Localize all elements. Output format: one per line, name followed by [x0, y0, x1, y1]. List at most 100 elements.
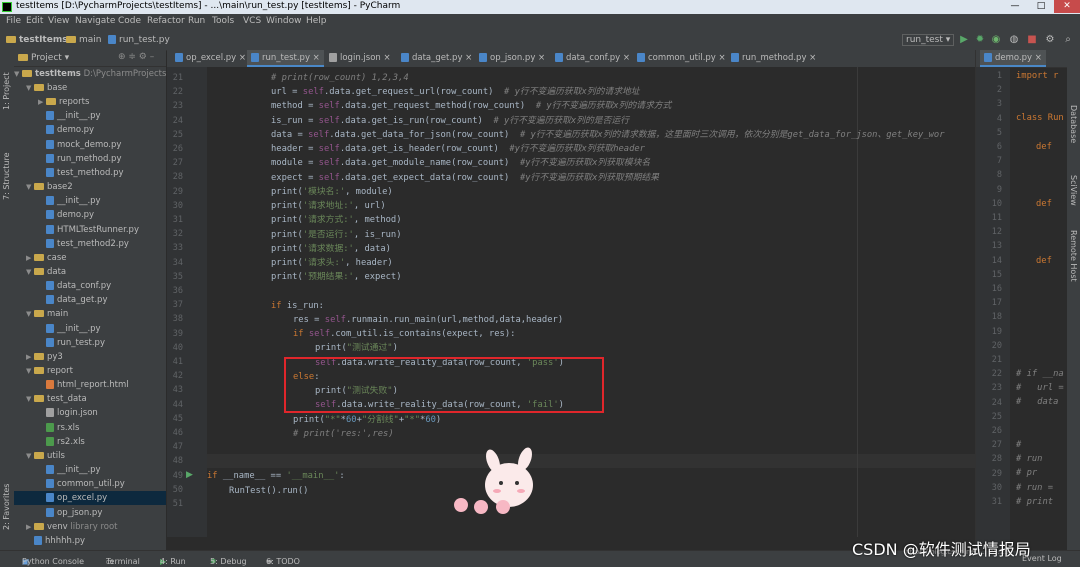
run-icon[interactable]: ▶ [958, 34, 970, 46]
tab-op-json[interactable]: op_json.py × [475, 50, 549, 67]
menu-window[interactable]: Window [266, 16, 302, 26]
chevron-down-icon[interactable]: ▼ [26, 307, 34, 321]
tree-folder[interactable]: ▼ base2 [14, 180, 166, 194]
chevron-down-icon[interactable]: ▼ [26, 265, 34, 279]
tree-file[interactable]: hhhhh.py [14, 534, 166, 548]
tree-file[interactable]: test_method.py [14, 166, 166, 180]
tree-file[interactable]: html_report.html [14, 378, 166, 392]
tree-folder[interactable]: ▶ py3 [14, 350, 166, 364]
tree-folder[interactable]: ▼ utils [14, 449, 166, 463]
tree-file[interactable]: HTMLTestRunner.py [14, 223, 166, 237]
profile-icon[interactable]: ◍ [1008, 34, 1020, 46]
project-view-select[interactable]: Project ▾ [18, 53, 69, 63]
favorites-tool-tab[interactable]: 2: Favorites [2, 484, 11, 530]
chevron-down-icon[interactable]: ▼ [26, 364, 34, 378]
close-button[interactable]: ✕ [1054, 0, 1080, 13]
database-tool-tab[interactable]: Database [1069, 105, 1078, 143]
project-tool-tab[interactable]: 1: Project [2, 72, 11, 110]
tree-file[interactable]: op_json.py [14, 506, 166, 520]
chevron-right-icon[interactable]: ▶ [26, 520, 34, 534]
menu-navigate[interactable]: Navigate [75, 16, 115, 26]
code-editor[interactable]: # print(row_count) 1,2,3,4 url = self.da… [207, 67, 975, 537]
tree-folder[interactable]: ▶ case [14, 251, 166, 265]
menu-run[interactable]: Run [188, 16, 205, 26]
tree-folder[interactable]: ▶ venv library root [14, 520, 166, 534]
menu-code[interactable]: Code [118, 16, 141, 26]
split-editor-demo[interactable]: demo.py × 1 2 3 4 5 6 7 8 9 10 11 12 13 14 15 16 17 18 19 2… [975, 50, 1068, 550]
menu-view[interactable]: View [48, 16, 69, 26]
breadcrumb-file[interactable]: run_test.py [108, 35, 170, 45]
tree-item-label: html_report.html [57, 380, 129, 391]
chevron-right-icon[interactable]: ▶ [26, 350, 34, 364]
tree-file[interactable]: common_util.py [14, 477, 166, 491]
split-line-def2: def [1036, 199, 1052, 209]
tree-folder[interactable]: ▼ main [14, 307, 166, 321]
structure-tool-tab[interactable]: 7: Structure [2, 152, 11, 200]
chevron-down-icon[interactable]: ▼ [26, 180, 34, 194]
tab-run-test[interactable]: run_test.py × [247, 50, 324, 67]
stop-icon[interactable]: ■ [1026, 34, 1038, 46]
remote-host-tool-tab[interactable]: Remote Host [1069, 230, 1078, 282]
chevron-down-icon[interactable]: ▼ [26, 81, 34, 95]
tab-data-get[interactable]: data_get.py × [397, 50, 476, 67]
chevron-down-icon[interactable]: ▼ [26, 392, 34, 406]
tree-file[interactable]: __init__.py [14, 322, 166, 336]
panel-actions[interactable]: ⊕ ≑ ⚙ – [118, 52, 154, 62]
code-line-24: is_run = self.data.get_is_run(row_count)… [271, 116, 629, 126]
line-number: 36 [172, 286, 183, 296]
tree-file[interactable]: run_test.py [14, 336, 166, 350]
menu-vcs[interactable]: VCS [243, 16, 261, 26]
tree-file[interactable]: __init__.py [14, 463, 166, 477]
chevron-right-icon[interactable]: ▶ [26, 251, 34, 265]
settings-icon[interactable]: ⚙ [1044, 34, 1056, 46]
line-number: 44 [172, 399, 183, 410]
tree-folder[interactable]: ▼ report [14, 364, 166, 378]
file-icon [46, 295, 54, 305]
tab-run-method[interactable]: run_method.py × [727, 50, 820, 67]
run-config-select[interactable]: run_test ▾ [902, 34, 955, 46]
tree-file[interactable]: rs2.xls [14, 435, 166, 449]
coverage-icon[interactable]: ◉ [990, 34, 1002, 46]
line-number: 25 [172, 129, 183, 140]
tree-file[interactable]: op_excel.py [14, 491, 166, 506]
menu-tools[interactable]: Tools [212, 16, 234, 26]
chevron-down-icon[interactable]: ▼ [26, 449, 34, 463]
tree-file[interactable]: __init__.py [14, 194, 166, 208]
tree-folder[interactable]: ▼ data [14, 265, 166, 279]
tab-op-excel[interactable]: op_excel.py × [171, 50, 250, 67]
menu-edit[interactable]: Edit [26, 16, 43, 26]
maximize-button[interactable]: □ [1028, 0, 1054, 13]
tree-folder[interactable]: ▼ base [14, 81, 166, 95]
debug-icon[interactable]: ✹ [974, 34, 986, 46]
tree-root[interactable]: ▼ testItems D:\PycharmProjects\ [14, 67, 166, 81]
breadcrumb-project[interactable]: testItems [6, 35, 68, 45]
tab-data-conf[interactable]: data_conf.py × [551, 50, 634, 67]
search-icon[interactable]: ⌕ [1062, 34, 1074, 46]
tab-demo[interactable]: demo.py × [980, 50, 1046, 67]
tree-file[interactable]: demo.py [14, 123, 166, 137]
tab-login-json[interactable]: login.json × [325, 50, 395, 67]
tree-file[interactable]: run_method.py [14, 152, 166, 166]
tree-folder[interactable]: ▶ reports [14, 95, 166, 109]
tree-file[interactable]: demo.py [14, 208, 166, 222]
tree-file[interactable]: data_get.py [14, 293, 166, 307]
tab-common-util[interactable]: common_util.py × [633, 50, 730, 67]
menu-file[interactable]: File [6, 16, 21, 26]
tree-file[interactable]: __init__.py [14, 109, 166, 123]
menu-help[interactable]: Help [306, 16, 327, 26]
sciview-tool-tab[interactable]: SciView [1069, 175, 1078, 206]
run-gutter-icon[interactable]: ▶ [186, 470, 193, 480]
tree-file[interactable]: test_method2.py [14, 237, 166, 251]
chevron-right-icon[interactable]: ▶ [38, 95, 46, 109]
tree-file[interactable]: login.json [14, 406, 166, 420]
tree-file[interactable]: data_conf.py [14, 279, 166, 293]
line-number: 16 [991, 284, 1002, 294]
menu-refactor[interactable]: Refactor [147, 16, 185, 26]
split-line-comment-3: # data [1016, 397, 1059, 407]
breadcrumb-main[interactable]: main [66, 35, 102, 45]
tree-folder[interactable]: ▼ test_data [14, 392, 166, 406]
tree-file[interactable]: mock_demo.py [14, 138, 166, 152]
tree-file[interactable]: rs.xls [14, 421, 166, 435]
minimize-button[interactable]: — [1002, 0, 1028, 13]
file-icon [46, 436, 54, 446]
